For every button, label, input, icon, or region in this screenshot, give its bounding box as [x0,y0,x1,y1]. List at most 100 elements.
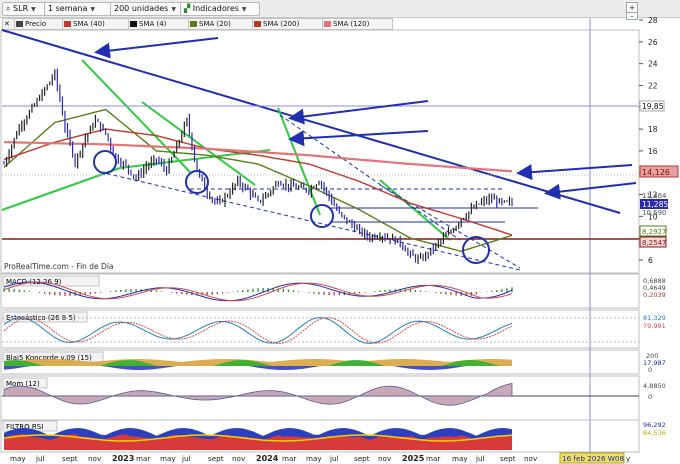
resistance-dashed-2 [379,184,521,269]
price-label-current: 11,285 [642,200,668,209]
stochastic-pane: Estocástico (26 8 5) 81,329 79,991 [2,311,666,345]
arrow [288,100,429,125]
search-icon: ⌕ [6,4,11,13]
y-tick-label: 6 [648,256,653,265]
x-tick-label: may [10,454,26,463]
pane-frames [0,29,640,453]
y-tick-label: 26 [648,38,658,47]
current-date-box [559,452,625,464]
ma-line-sma120 [3,141,513,173]
koncorde-tick-0: 0 [648,366,652,374]
ma-line-sma40 [3,128,513,236]
price-label-sma20: 8,2927 [642,228,667,236]
x-tick-label: jul [35,454,45,463]
trend-annotations [1,29,639,271]
arrow [94,37,219,59]
color-swatch [324,21,331,27]
ticker-selector[interactable]: ⌕ SLR ▼ [2,2,46,16]
trendline-green-2 [119,149,271,169]
legend-item-price[interactable]: Precio [14,18,63,30]
momentum-area [3,382,513,406]
x-tick-label: jul [329,454,339,463]
pivot-circle [310,204,334,228]
price-label-10-690: 10,690 [642,209,667,217]
y-tick-label: 24 [648,60,658,69]
trendline-green-1 [1,167,121,211]
legend-item-sma200[interactable]: SMA (200) [252,18,323,30]
moving-averages [3,108,513,253]
time-axis: may jul sept nov 2023 mar may jul sept nov 2024 mar… [10,452,631,464]
price-series [3,68,513,265]
koncorde-blue-area [4,366,512,370]
momentum-label: 4,8850 [643,382,666,390]
minimize-icon[interactable]: – [626,12,638,20]
color-swatch [190,21,197,27]
price-labels: 19,85 14,126 11,464 11,285 10,690 8,2927… [639,100,679,248]
macd-label-3: 0,2039 [643,291,666,299]
x-tick-label: mar [136,454,150,463]
x-tick-label: sept [500,454,516,463]
indicators-button[interactable]: ▞ Indicadores ▼ [180,2,260,16]
x-tick-label: jul [475,454,485,463]
price-label-19-85: 19,85 [642,102,664,111]
x-tick-label: sept [208,454,224,463]
koncorde-brown-area [4,359,512,366]
arrow [516,164,633,181]
legend-item-sma40[interactable]: SMA (40) [62,18,129,30]
price-axis: 6810121416182022242628 [639,16,658,265]
watermark: ProRealTime.com - Fin de Día [4,262,114,271]
units-selector[interactable]: 200 unidades ▼ [110,2,182,16]
x-tick-label: 2023 [112,454,134,463]
macd-pane: MACD (12 26 9) 0,6888 0,4649 0,2039 [2,275,666,302]
trendline-green-3 [81,59,191,173]
x-tick-label: may [160,454,176,463]
koncorde-label: 17,987 [643,359,666,367]
y-tick-label: 12 [648,191,658,200]
filtro-rsi-pane: FILTRO RSI 96,292 84,536 [2,420,666,450]
x-tick-label: mar [282,454,296,463]
period-selector[interactable]: 1 semana ▼ [44,2,112,16]
macd-title: MACD (12 26 9) [6,278,62,286]
price-label-14-126: 14,126 [642,168,670,177]
y-tick-label: 20 [648,103,658,112]
resistance-dashed-1 [279,114,461,241]
macd-label-1: 0,6888 [643,277,666,285]
price-label-11-464: 11,464 [642,192,667,200]
stochastic-label-d: 79,991 [643,322,666,330]
rsi-yellow-line [3,434,513,442]
x-tick-label: nov [378,454,392,463]
price-label-sma200: 8,2547 [642,239,667,247]
units-label: 200 unidades [114,4,169,13]
momentum-title: Mom (12) [6,380,40,388]
stochastic-label-k: 81,329 [643,314,666,322]
y-tick-label: 14 [648,169,658,178]
x-tick-label: sept [354,454,370,463]
chevron-down-icon: ▼ [31,6,36,13]
x-tick-label: 2024 [256,454,279,463]
color-swatch [16,21,23,27]
support-dashed [99,171,521,271]
pivot-circle [185,170,209,194]
trendline-green-5 [277,107,321,216]
macd-label-2: 0,4649 [643,284,666,292]
x-tick-label: jul [181,454,191,463]
indicators-icon: ▞ [184,4,191,13]
legend-item-sma120[interactable]: SMA (120) [322,18,393,30]
trendline-down [1,29,621,214]
pivot-circle [462,236,490,264]
trendline-green-6 [379,179,451,241]
koncorde-title: Blai5 Koncorde v.09 (15) [6,354,92,362]
momentum-pane: Mom (12) 4,8850 0 [2,377,666,406]
x-tick-label: nov [524,454,538,463]
legend-item-sma4[interactable]: SMA (4) [128,18,189,30]
legend-item-sma20[interactable]: SMA (20) [188,18,253,30]
x-tick-label: nov [88,454,102,463]
color-swatch [254,21,261,27]
koncorde-green-area [4,360,512,366]
ticker-label: SLR [13,4,29,13]
arrow [288,130,429,147]
koncorde-tick-200: 200 [646,352,658,360]
y-tick-label: 8 [648,234,653,243]
y-tick-label: 22 [648,81,658,90]
momentum-tick-0: 0 [648,393,652,401]
